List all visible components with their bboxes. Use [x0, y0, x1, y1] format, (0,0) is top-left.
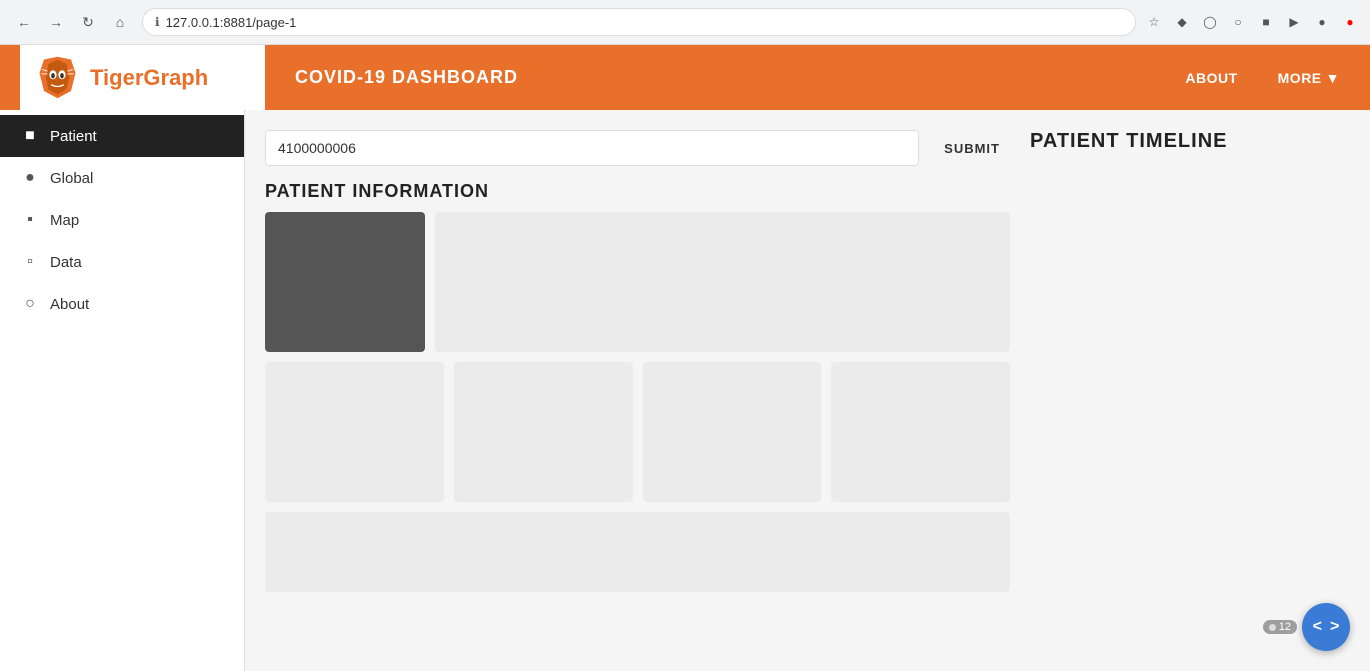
- nav-title: COVID-19 DASHBOARD: [265, 67, 1175, 88]
- left-panel: SUBMIT PATIENT INFORMATION: [265, 130, 1010, 651]
- data-icon: ▫: [20, 253, 40, 271]
- patient-image-card: [265, 212, 425, 352]
- nav-more[interactable]: MORE ▼: [1268, 65, 1350, 91]
- nav-buttons: ← → ↻ ⌂: [10, 8, 134, 36]
- patient-info-title: PATIENT INFORMATION: [265, 181, 1010, 202]
- patient-card-3: [643, 362, 822, 502]
- address-bar[interactable]: ℹ 127.0.0.1:8881/page-1: [142, 8, 1136, 36]
- sidebar-about-label: About: [50, 296, 89, 313]
- nav-links: ABOUT MORE ▼: [1175, 65, 1350, 91]
- extension5-icon[interactable]: ▶: [1284, 12, 1304, 32]
- main-area: ■ Patient ● Global ▪ Map ▫ Data ○ About: [0, 110, 1370, 671]
- sidebar-item-patient[interactable]: ■ Patient: [0, 115, 244, 157]
- tiger-logo: [35, 55, 80, 100]
- lock-icon: ℹ: [155, 15, 160, 29]
- patient-info-top-row: [265, 212, 1010, 352]
- search-row: SUBMIT: [265, 130, 1010, 166]
- star-icon[interactable]: ☆: [1144, 12, 1164, 32]
- app-container: TigerGraph COVID-19 DASHBOARD ABOUT MORE…: [0, 45, 1370, 671]
- about-icon: ○: [20, 295, 40, 313]
- back-button[interactable]: ←: [10, 8, 38, 36]
- sidebar-global-label: Global: [50, 170, 93, 187]
- nav-arrows: < >: [1311, 618, 1342, 636]
- map-icon: ▪: [20, 211, 40, 229]
- patient-card-2: [454, 362, 633, 502]
- timeline-title: PATIENT TIMELINE: [1030, 130, 1350, 153]
- extension3-icon[interactable]: ○: [1228, 12, 1248, 32]
- next-button[interactable]: >: [1328, 618, 1341, 636]
- sidebar-map-label: Map: [50, 212, 79, 229]
- nav-widget: 12 < >: [1263, 603, 1350, 651]
- patient-search-input[interactable]: [265, 130, 919, 166]
- sidebar-item-about[interactable]: ○ About: [0, 283, 244, 325]
- global-icon: ●: [20, 169, 40, 187]
- patient-card-bottom: [265, 512, 1010, 592]
- prev-button[interactable]: <: [1311, 618, 1324, 636]
- refresh-button[interactable]: ↻: [74, 8, 102, 36]
- nav-count: 12: [1279, 621, 1291, 633]
- sidebar-patient-label: Patient: [50, 128, 97, 145]
- browser-actions: ☆ ◆ ◯ ○ ■ ▶ ● ●: [1144, 12, 1360, 32]
- brand-name: TigerGraph: [90, 65, 208, 91]
- sidebar-item-data[interactable]: ▫ Data: [0, 241, 244, 283]
- submit-button[interactable]: SUBMIT: [934, 135, 1010, 162]
- extension1-icon[interactable]: ◆: [1172, 12, 1192, 32]
- url-text: 127.0.0.1:8881/page-1: [166, 15, 297, 30]
- home-button[interactable]: ⌂: [106, 8, 134, 36]
- sidebar: ■ Patient ● Global ▪ Map ▫ Data ○ About: [0, 110, 245, 671]
- patient-icon: ■: [20, 127, 40, 145]
- dropdown-arrow-icon: ▼: [1326, 70, 1340, 86]
- count-dot-icon: [1269, 624, 1276, 631]
- extension2-icon[interactable]: ◯: [1200, 12, 1220, 32]
- brand-area: TigerGraph: [20, 45, 265, 110]
- nav-about[interactable]: ABOUT: [1175, 65, 1247, 91]
- sidebar-data-label: Data: [50, 254, 82, 271]
- nav-count-pill: 12: [1263, 620, 1297, 634]
- patient-card-4: [831, 362, 1010, 502]
- profile-icon[interactable]: ●: [1312, 12, 1332, 32]
- patient-details-card: [435, 212, 1010, 352]
- right-panel: PATIENT TIMELINE: [1030, 130, 1350, 651]
- sidebar-item-map[interactable]: ▪ Map: [0, 199, 244, 241]
- page-content: SUBMIT PATIENT INFORMATION: [245, 110, 1370, 671]
- extension4-icon[interactable]: ■: [1256, 12, 1276, 32]
- sidebar-item-global[interactable]: ● Global: [0, 157, 244, 199]
- forward-button[interactable]: →: [42, 8, 70, 36]
- top-navbar: TigerGraph COVID-19 DASHBOARD ABOUT MORE…: [0, 45, 1370, 110]
- patient-card-1: [265, 362, 444, 502]
- browser-chrome: ← → ↻ ⌂ ℹ 127.0.0.1:8881/page-1 ☆ ◆ ◯ ○ …: [0, 0, 1370, 45]
- menu-icon[interactable]: ●: [1340, 12, 1360, 32]
- nav-circle-button[interactable]: < >: [1302, 603, 1350, 651]
- patient-info-middle-row: [265, 362, 1010, 502]
